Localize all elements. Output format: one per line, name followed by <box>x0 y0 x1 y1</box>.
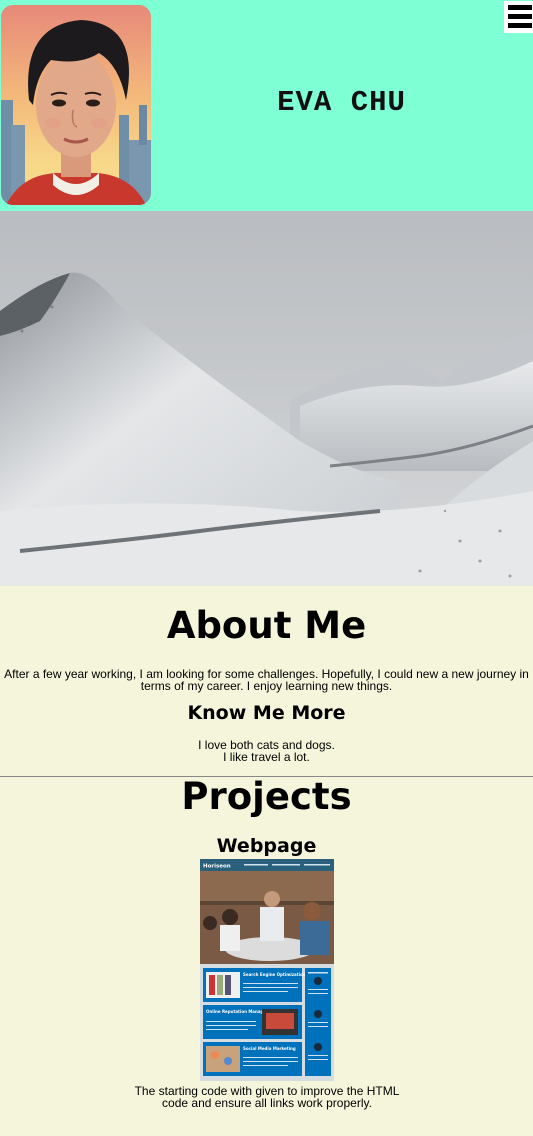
thumb-brand: Horiseon <box>203 864 231 870</box>
project-title: Webpage <box>216 835 317 857</box>
hero-image <box>0 211 533 586</box>
hamburger-menu-icon[interactable] <box>504 1 533 33</box>
thumb-card-title: Search Engine Optimization <box>243 972 306 977</box>
site-title: EVA CHU <box>277 86 406 119</box>
about-heading: About Me <box>166 604 367 647</box>
avatar <box>1 5 151 205</box>
know-me-text: I love both cats and dogs. I like travel… <box>0 739 533 763</box>
know-me-heading: Know Me More <box>187 702 346 724</box>
project-description: The starting code with given to improve … <box>133 1085 401 1109</box>
site-header: EVA CHU <box>0 0 533 211</box>
desc-line: code and ensure all links work properly. <box>162 1096 372 1110</box>
projects-heading: Projects <box>181 775 352 818</box>
about-text-line: terms of my career. I enjoy learning new… <box>140 679 393 693</box>
fact-line: I like travel a lot. <box>223 750 310 764</box>
project-thumbnail[interactable]: Horiseon Search Engine Optimization Onli… <box>200 859 334 1081</box>
thumb-card-title: Social Media Marketing <box>243 1046 296 1051</box>
about-text: After a few year working, I am looking f… <box>0 668 533 692</box>
